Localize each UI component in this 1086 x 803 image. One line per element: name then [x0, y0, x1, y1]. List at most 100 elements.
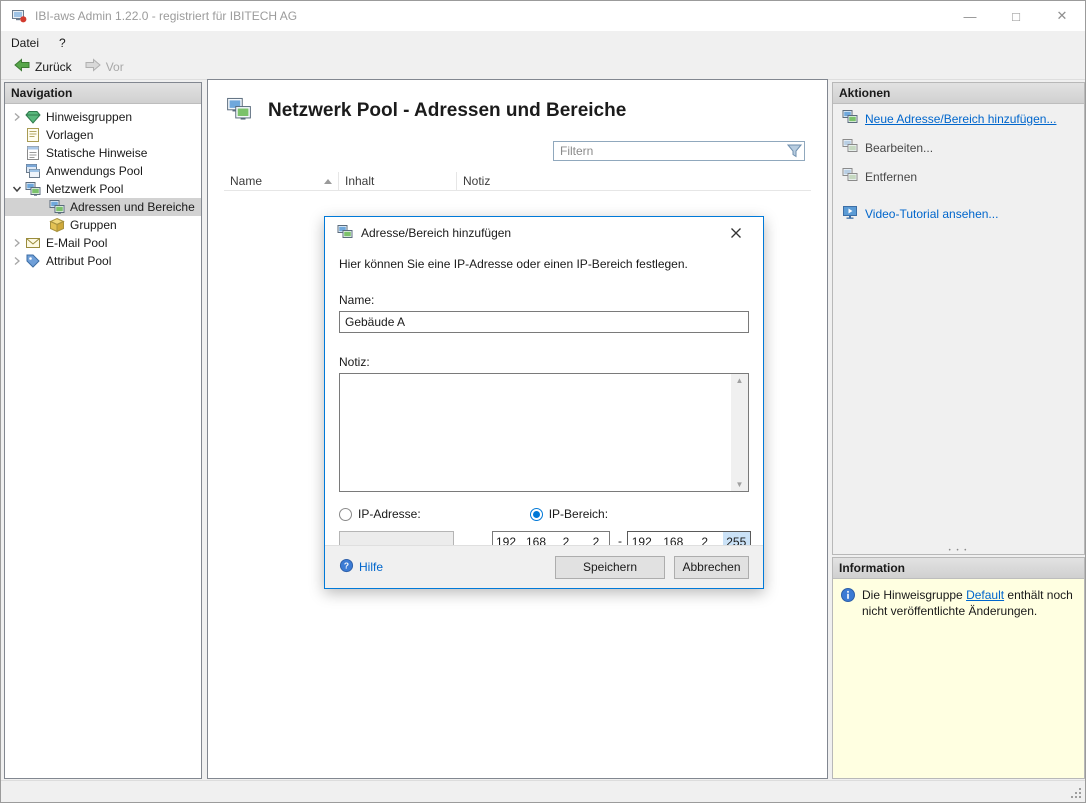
titlebar: IBI-aws Admin 1.22.0 - registriert für I…: [1, 1, 1085, 31]
help-area[interactable]: ? Hilfe: [339, 558, 383, 576]
filter-box: [553, 141, 805, 161]
tree-item-hinweisgruppen[interactable]: Hinweisgruppen: [5, 108, 201, 126]
toolbar: Zurück Vor: [1, 54, 1085, 80]
tree-item-label: Attribut Pool: [46, 254, 111, 268]
window-title: IBI-aws Admin 1.22.0 - registriert für I…: [35, 9, 297, 23]
forward-arrow-icon: [84, 57, 102, 76]
tree-item-label: Statische Hinweise: [46, 146, 147, 160]
note-input[interactable]: ▲ ▼: [339, 373, 749, 492]
panel-splitter[interactable]: [832, 546, 1085, 556]
add-address-icon: [842, 109, 858, 128]
tree-item-statische-hinweise[interactable]: Statische Hinweise: [5, 144, 201, 162]
dialog-close-button[interactable]: [721, 217, 751, 249]
info-icon: [840, 587, 856, 619]
dialog-body: Hier können Sie eine IP-Adresse oder ein…: [325, 257, 763, 553]
back-arrow-icon: [13, 57, 31, 76]
window-controls: — □ ✕: [947, 1, 1085, 31]
navigation-tree: Hinweisgruppen Vorlagen Statische Hinwei…: [5, 104, 201, 270]
action-remove[interactable]: Entfernen: [833, 162, 1084, 191]
ip-address-radio-label[interactable]: IP-Adresse:: [358, 507, 421, 521]
filter-funnel-icon[interactable]: [784, 144, 804, 158]
addresses-icon: [49, 199, 65, 215]
column-label: Notiz: [463, 174, 490, 188]
hint-groups-icon: [25, 109, 41, 125]
menubar: Datei ?: [1, 31, 1085, 54]
ip-range-radio-label[interactable]: IP-Bereich:: [549, 507, 608, 521]
ip-range-radio[interactable]: [530, 508, 543, 521]
chevron-down-icon[interactable]: [9, 184, 25, 194]
help-link[interactable]: Hilfe: [359, 560, 383, 574]
column-header-name[interactable]: Name: [224, 172, 339, 190]
chevron-right-icon[interactable]: [9, 256, 25, 266]
cancel-button[interactable]: Abbrechen: [674, 556, 749, 579]
dialog-footer: ? Hilfe Speichern Abbrechen: [325, 545, 763, 588]
dialog-title: Adresse/Bereich hinzufügen: [361, 226, 511, 240]
resize-grip[interactable]: [1069, 786, 1082, 799]
table-header: Name Inhalt Notiz: [224, 172, 811, 191]
default-link[interactable]: Default: [966, 588, 1004, 602]
navigation-panel: Navigation Hinweisgruppen Vorlagen Stati…: [4, 82, 202, 779]
tree-item-netzwerk-pool[interactable]: Netzwerk Pool: [5, 180, 201, 198]
static-hints-icon: [25, 145, 41, 161]
network-pool-page-icon: [224, 96, 254, 125]
name-input[interactable]: [339, 311, 749, 333]
information-body: Die Hinweisgruppe Default enthält noch n…: [833, 579, 1084, 627]
note-scrollbar[interactable]: ▲ ▼: [731, 374, 748, 491]
tree-item-vorlagen[interactable]: Vorlagen: [5, 126, 201, 144]
chevron-right-icon[interactable]: [9, 238, 25, 248]
tree-item-adressen-und-bereiche[interactable]: Adressen und Bereiche: [5, 198, 201, 216]
statusbar: [1, 780, 1085, 802]
actions-panel-header: Aktionen: [833, 83, 1084, 104]
scroll-up-icon[interactable]: ▲: [736, 374, 744, 387]
save-button[interactable]: Speichern: [555, 556, 665, 579]
column-header-notiz[interactable]: Notiz: [457, 172, 811, 190]
column-header-inhalt[interactable]: Inhalt: [339, 172, 457, 190]
tree-item-label: Gruppen: [70, 218, 117, 232]
page-title: Netzwerk Pool - Adressen und Bereiche: [268, 100, 626, 122]
app-window: IBI-aws Admin 1.22.0 - registriert für I…: [0, 0, 1086, 803]
network-pool-icon: [25, 181, 41, 197]
help-icon: ?: [339, 558, 354, 576]
tree-item-email-pool[interactable]: E-Mail Pool: [5, 234, 201, 252]
name-label: Name:: [339, 293, 749, 307]
action-label: Entfernen: [865, 170, 917, 184]
menu-datei[interactable]: Datei: [1, 31, 49, 54]
scroll-down-icon[interactable]: ▼: [736, 478, 744, 491]
action-label: Neue Adresse/Bereich hinzufügen...: [865, 112, 1056, 126]
svg-text:?: ?: [344, 561, 349, 571]
add-address-dialog: Adresse/Bereich hinzufügen Hier können S…: [324, 216, 764, 589]
tree-item-label: Anwendungs Pool: [46, 164, 143, 178]
action-video-tutorial[interactable]: Video-Tutorial ansehen...: [833, 199, 1084, 228]
action-label: Bearbeiten...: [865, 141, 933, 155]
forward-button[interactable]: Vor: [78, 55, 130, 78]
templates-icon: [25, 127, 41, 143]
chevron-right-icon[interactable]: [9, 112, 25, 122]
maximize-button[interactable]: □: [993, 1, 1039, 31]
filter-input[interactable]: [554, 142, 784, 160]
tree-item-gruppen[interactable]: Gruppen: [5, 216, 201, 234]
groups-icon: [49, 217, 65, 233]
email-pool-icon: [25, 235, 41, 251]
attribute-pool-icon: [25, 253, 41, 269]
edit-icon: [842, 138, 858, 157]
menu-help[interactable]: ?: [49, 31, 76, 54]
action-add-address[interactable]: Neue Adresse/Bereich hinzufügen...: [833, 104, 1084, 133]
back-button-label: Zurück: [35, 60, 72, 74]
close-button[interactable]: ✕: [1039, 1, 1085, 31]
info-text-before: Die Hinweisgruppe: [862, 588, 966, 602]
ip-address-radio[interactable]: [339, 508, 352, 521]
minimize-button[interactable]: —: [947, 1, 993, 31]
ip-mode-radio-group: IP-Adresse: IP-Bereich:: [339, 506, 749, 522]
app-icon: [11, 8, 27, 24]
information-panel: Information Die Hinweisgruppe Default en…: [832, 557, 1085, 779]
note-label: Notiz:: [339, 355, 749, 369]
action-label: Video-Tutorial ansehen...: [865, 207, 998, 221]
back-button[interactable]: Zurück: [7, 55, 78, 78]
tree-item-attribut-pool[interactable]: Attribut Pool: [5, 252, 201, 270]
remove-icon: [842, 167, 858, 186]
action-edit[interactable]: Bearbeiten...: [833, 133, 1084, 162]
column-label: Name: [230, 174, 262, 188]
tree-item-label: Adressen und Bereiche: [70, 200, 195, 214]
column-label: Inhalt: [345, 174, 374, 188]
tree-item-anwendungs-pool[interactable]: Anwendungs Pool: [5, 162, 201, 180]
